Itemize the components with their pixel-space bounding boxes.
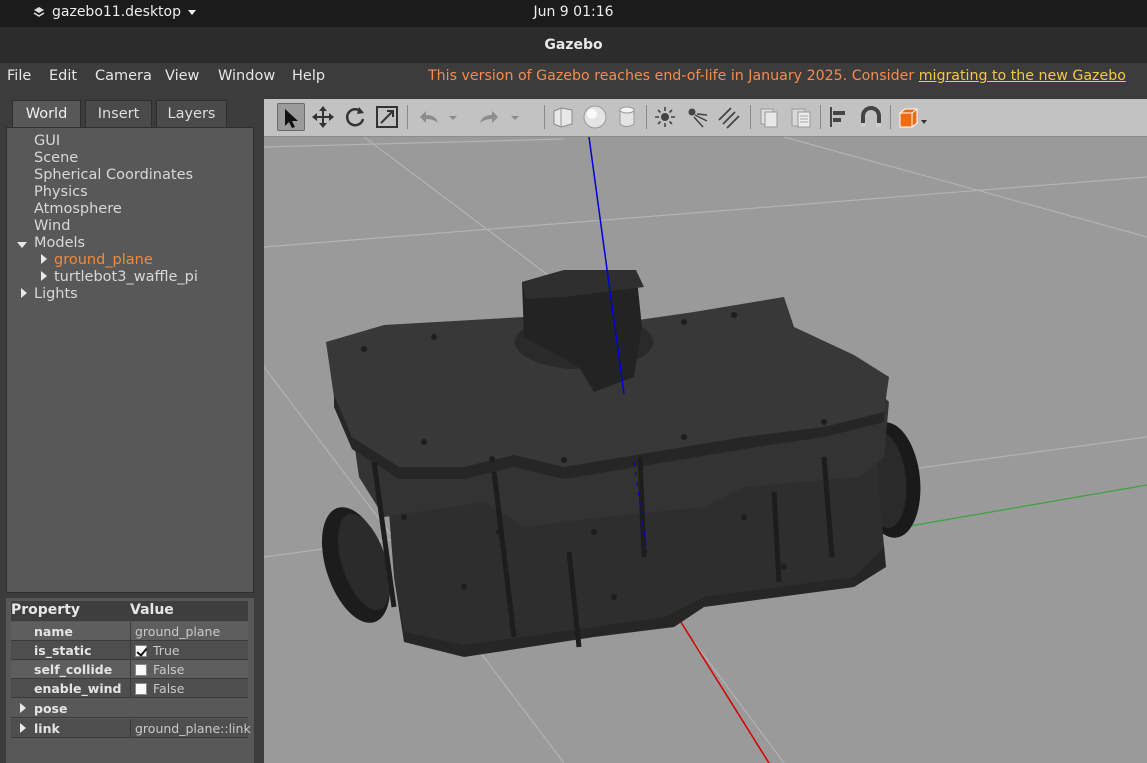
property-key: self_collide [34,662,113,677]
property-key: is_static [34,643,92,658]
point-light-icon[interactable] [651,103,679,131]
tree-item-spherical-coordinates[interactable]: Spherical Coordinates [34,167,193,183]
snap-icon[interactable] [857,103,885,131]
property-key: pose [34,701,68,716]
expand-right-icon[interactable] [20,703,26,713]
menu-help[interactable]: Help [292,68,325,84]
property-row-link[interactable]: link ground_plane::link [11,719,251,738]
property-column-header: Property [11,602,81,618]
property-value[interactable]: ground_plane [130,622,248,641]
spot-light-icon[interactable] [683,103,711,131]
render-viewport[interactable] [264,99,1147,763]
migration-link[interactable]: migrating to the new Gazebo [919,68,1126,84]
tree-item-models[interactable]: Models [34,235,85,251]
property-row-enable-wind[interactable]: enable_wind False [11,679,248,698]
align-icon[interactable] [825,103,853,131]
clock[interactable]: Jun 9 01:16 [0,4,1147,20]
properties-header: Property Value [11,601,248,621]
value-column-header: Value [130,602,174,618]
tree-item-physics[interactable]: Physics [34,184,88,200]
window-title-bar: Gazebo [0,27,1147,63]
turtlebot3-model [321,270,921,657]
redo-icon[interactable] [476,103,504,131]
property-row-self-collide[interactable]: self_collide False [11,660,248,679]
world-tree: GUI Scene Spherical Coordinates Physics … [6,127,254,593]
expand-down-icon[interactable] [17,242,27,248]
property-value-cell: True [130,641,248,660]
y-axis-green-line [903,484,1147,528]
tree-item-turtlebot3[interactable]: turtlebot3_waffle_pi [54,269,198,285]
undo-icon[interactable] [414,103,442,131]
tab-insert[interactable]: Insert [85,100,152,127]
scale-mode-icon[interactable] [373,103,401,131]
tab-world[interactable]: World [12,100,81,127]
system-top-bar: gazebo11.desktop Jun 9 01:16 [0,0,1147,27]
window-title: Gazebo [544,37,603,53]
copy-icon[interactable] [755,103,783,131]
checkbox-unchecked[interactable] [135,683,147,695]
property-value: True [153,643,180,658]
cylinder-shape-icon[interactable] [613,103,641,131]
property-key: name [34,624,73,639]
translate-mode-icon[interactable] [309,103,337,131]
tab-layers[interactable]: Layers [156,100,227,127]
undo-history-dropdown[interactable] [446,103,460,131]
expand-right-icon[interactable] [20,723,26,733]
property-value-cell: False [130,660,248,679]
property-key: link [34,721,60,736]
menu-window[interactable]: Window [218,68,275,84]
property-key: enable_wind [34,681,122,696]
property-row-is-static[interactable]: is_static True [11,641,248,660]
menu-edit[interactable]: Edit [49,68,77,84]
checkbox-unchecked[interactable] [135,664,147,676]
property-value-cell: False [130,679,248,698]
properties-panel: Property Value name ground_plane is_stat… [6,598,254,763]
directional-light-icon[interactable] [715,103,743,131]
tree-item-lights[interactable]: Lights [34,286,78,302]
scene-3d-view[interactable] [264,137,1147,763]
tree-item-scene[interactable]: Scene [34,150,78,166]
menu-bar: File Edit Camera View Window Help This v… [0,63,1147,92]
expand-right-icon[interactable] [41,254,47,264]
property-value[interactable]: ground_plane::link [130,719,251,738]
property-row-pose[interactable]: pose [11,699,248,718]
tree-item-atmosphere[interactable]: Atmosphere [34,201,122,217]
tree-item-ground-plane[interactable]: ground_plane [54,252,153,268]
property-value: False [153,662,185,677]
sphere-shape-icon[interactable] [581,103,609,131]
tree-item-wind[interactable]: Wind [34,218,70,234]
left-panel: World Insert Layers GUI Scene Spherical … [0,92,262,763]
redo-history-dropdown[interactable] [508,103,522,131]
end-of-life-notice: This version of Gazebo reaches end-of-li… [428,68,1126,84]
property-value: False [153,681,185,696]
viewport-toolbar [264,99,1147,137]
notice-text: This version of Gazebo reaches end-of-li… [428,68,919,84]
property-row-name[interactable]: name ground_plane [11,622,248,641]
rotate-mode-icon[interactable] [341,103,369,131]
menu-view[interactable]: View [165,68,199,84]
checkbox-checked[interactable] [135,645,147,657]
menu-file[interactable]: File [7,68,31,84]
menu-camera[interactable]: Camera [95,68,152,84]
view-angle-icon[interactable] [895,103,929,131]
box-shape-icon[interactable] [549,103,577,131]
select-mode-icon[interactable] [277,103,305,131]
paste-icon[interactable] [787,103,815,131]
expand-right-icon[interactable] [41,271,47,281]
expand-right-icon[interactable] [21,288,27,298]
tree-item-gui[interactable]: GUI [34,133,60,149]
